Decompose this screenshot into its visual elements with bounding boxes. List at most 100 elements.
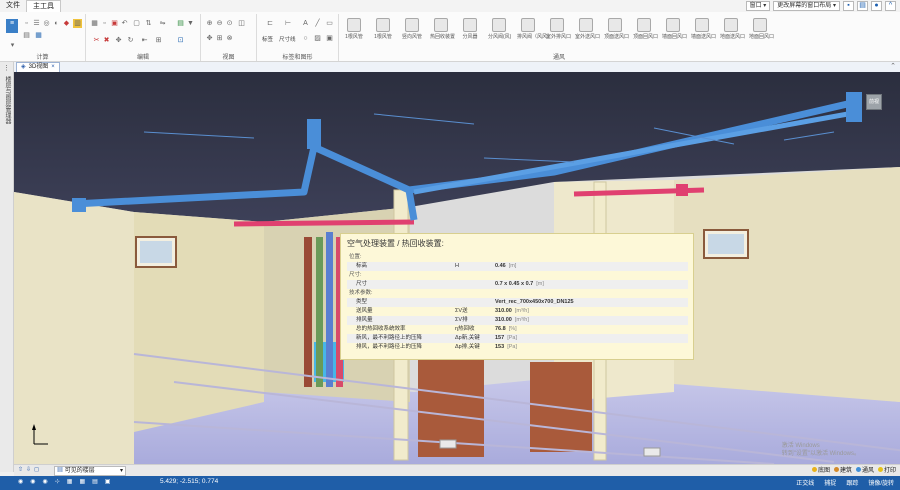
dimension-tool-icon[interactable]: ⊢ bbox=[281, 19, 295, 28]
calculate-icon[interactable]: ≡ bbox=[6, 19, 18, 33]
move-icon[interactable]: ✥ bbox=[114, 36, 123, 45]
report-icon[interactable]: ▤ bbox=[22, 31, 31, 40]
tab-3d-view[interactable]: ◈ 3D视图 × bbox=[16, 62, 60, 72]
grid-icon[interactable]: ▦ bbox=[34, 31, 43, 40]
zoom-out-icon[interactable]: ⊖ bbox=[215, 19, 224, 28]
undo-icon[interactable]: ↶ bbox=[120, 19, 129, 28]
grid-icon[interactable]: ▦ bbox=[67, 478, 73, 485]
table-icon[interactable]: ▤ bbox=[176, 19, 185, 28]
snap-icon[interactable]: ⊹ bbox=[55, 478, 60, 485]
array-icon[interactable]: ⊞ bbox=[154, 36, 163, 45]
zoom-icon[interactable]: ◎ bbox=[42, 19, 51, 28]
drop-icon[interactable]: ◐ bbox=[52, 19, 61, 28]
line-icon[interactable]: ╱ bbox=[313, 19, 322, 28]
vent-button[interactable]: 1根风管 bbox=[343, 16, 365, 40]
view-options-icon[interactable]: ◫ bbox=[237, 19, 246, 28]
save-icon[interactable]: ▪ bbox=[843, 1, 854, 11]
image-icon[interactable]: ▣ bbox=[325, 34, 334, 43]
vent-button[interactable]: 顶面回风口 bbox=[633, 16, 658, 40]
ribbon-group-view-label: 视图 bbox=[222, 55, 235, 61]
rotate-icon[interactable]: ↻ bbox=[126, 36, 135, 45]
grid-icon[interactable]: ▦ bbox=[79, 478, 85, 485]
hatch-icon[interactable]: ▨ bbox=[313, 34, 322, 43]
visible-floors-dropdown[interactable]: ▦ 可见的楼层 ▾ bbox=[54, 466, 126, 476]
collapse-ribbon-icon[interactable]: ^ bbox=[885, 1, 896, 11]
vent-button[interactable]: 室外送风口 bbox=[575, 16, 600, 40]
fire-icon[interactable]: ◆ bbox=[62, 19, 71, 28]
layer-label: 打印 bbox=[883, 468, 896, 474]
vent-button[interactable]: 分风器 bbox=[459, 16, 481, 40]
layer-toggle[interactable]: 通风 bbox=[855, 466, 874, 476]
layout-dropdown[interactable]: 更改屏幕的窗口布局 ▾ bbox=[773, 1, 840, 11]
layer-toggle[interactable]: 打印 bbox=[877, 466, 896, 476]
paste-icon[interactable]: ▣ bbox=[110, 19, 119, 28]
chart-icon[interactable]: ▥ bbox=[73, 19, 82, 28]
eye-icon[interactable]: ◉ bbox=[18, 478, 23, 485]
pin-icon[interactable]: ◻ bbox=[34, 466, 39, 473]
bottom-toggle[interactable]: 正交线 bbox=[796, 478, 814, 487]
copy-icon[interactable]: ▫ bbox=[100, 19, 109, 28]
settings-icon[interactable]: ● bbox=[871, 1, 882, 11]
zoom-all-icon[interactable]: ⊞ bbox=[215, 34, 224, 43]
floor-grille bbox=[439, 439, 457, 449]
list-icon[interactable]: ☰ bbox=[32, 19, 41, 28]
vent-button[interactable]: 墙面回风口 bbox=[662, 16, 687, 40]
pan-icon[interactable]: ✥ bbox=[205, 34, 214, 43]
pin-icon[interactable]: ⇩ bbox=[26, 466, 31, 473]
cut-icon[interactable]: ✂ bbox=[92, 36, 101, 45]
vent-component-icon bbox=[405, 18, 419, 32]
window-menu-dropdown[interactable]: 窗口 ▾ bbox=[745, 1, 771, 11]
eye-icon[interactable]: ◉ bbox=[43, 478, 48, 485]
vent-component-icon bbox=[550, 18, 564, 32]
vent-button[interactable]: 地面回风口 bbox=[749, 16, 774, 40]
bottom-toggle[interactable]: 捕捉 bbox=[824, 478, 836, 487]
vent-button[interactable]: 竖向风管 bbox=[401, 16, 423, 40]
menu-file[interactable]: 文件 bbox=[0, 0, 26, 12]
vent-button[interactable]: 排风阀（风风） bbox=[517, 16, 552, 40]
tab-overflow-icon[interactable]: ⌃ bbox=[890, 62, 896, 70]
zoom-window-icon[interactable]: ⊙ bbox=[225, 19, 234, 28]
floor-layer-sidebar[interactable]: ⋮ 楼层与图层管理器 bbox=[0, 62, 14, 472]
label-tool-button[interactable]: 标签 bbox=[262, 35, 273, 43]
property-unit: [m] bbox=[536, 281, 544, 287]
layer-icon[interactable]: ▢ bbox=[132, 19, 141, 28]
circle-icon[interactable]: ○ bbox=[301, 34, 310, 43]
eye-icon[interactable]: ◉ bbox=[30, 478, 35, 485]
vent-button[interactable]: 墙面送风口 bbox=[691, 16, 716, 40]
close-icon[interactable]: × bbox=[51, 63, 55, 72]
delete-icon[interactable]: ✖ bbox=[102, 36, 111, 45]
sidebar-grip-icon[interactable]: ⋮ bbox=[3, 64, 10, 72]
vent-button[interactable]: 地面送风口 bbox=[720, 16, 746, 40]
layer-toggle[interactable]: 底图 bbox=[811, 466, 830, 476]
view-cube[interactable]: 前视 bbox=[866, 94, 882, 110]
menu-main-tools[interactable]: 主工具 bbox=[26, 0, 61, 12]
print-icon[interactable]: ▤ bbox=[857, 1, 868, 11]
text-icon[interactable]: A bbox=[301, 19, 310, 28]
pin-icon[interactable]: ⇧ bbox=[18, 466, 23, 473]
vent-button[interactable]: 顶面送风口 bbox=[604, 16, 629, 40]
zoom-prev-icon[interactable]: ⊗ bbox=[225, 34, 234, 43]
mirror-icon[interactable]: ⇋ bbox=[158, 19, 167, 28]
copy-icon[interactable]: ▫ bbox=[22, 19, 31, 28]
filter-icon[interactable]: ▼ bbox=[186, 19, 195, 28]
bottom-toggle[interactable]: 镜像/旋转 bbox=[868, 478, 894, 487]
vent-button[interactable]: 室外排风口 bbox=[546, 16, 571, 40]
print-icon[interactable]: ▤ bbox=[92, 478, 98, 485]
vent-button[interactable]: 1根风管 bbox=[372, 16, 394, 40]
layer-toggle[interactable]: 建筑 bbox=[833, 466, 852, 476]
align-icon[interactable]: ⇅ bbox=[144, 19, 153, 28]
dimension-tool-button[interactable]: 尺寸线 bbox=[279, 35, 296, 43]
vent-button-label: 地面送风口 bbox=[720, 34, 746, 40]
bottom-toggle[interactable]: 跟踪 bbox=[846, 478, 858, 487]
label-tool-icon[interactable]: ⊏ bbox=[263, 19, 277, 28]
more-icon[interactable]: ▾ bbox=[8, 41, 17, 50]
select-icon[interactable]: ⊡ bbox=[176, 36, 185, 45]
rect-icon[interactable]: ▭ bbox=[325, 19, 334, 28]
vent-button[interactable]: 分风阀(风) bbox=[488, 16, 511, 40]
offset-icon[interactable]: ⇤ bbox=[140, 36, 149, 45]
zoom-in-icon[interactable]: ⊕ bbox=[205, 19, 214, 28]
property-value-cell: 310.00 [m³/h] bbox=[495, 307, 685, 316]
grid-icon[interactable]: ▦ bbox=[90, 19, 99, 28]
vent-button[interactable]: 热回收装置 bbox=[430, 16, 455, 40]
settings-icon[interactable]: ▣ bbox=[105, 478, 111, 485]
